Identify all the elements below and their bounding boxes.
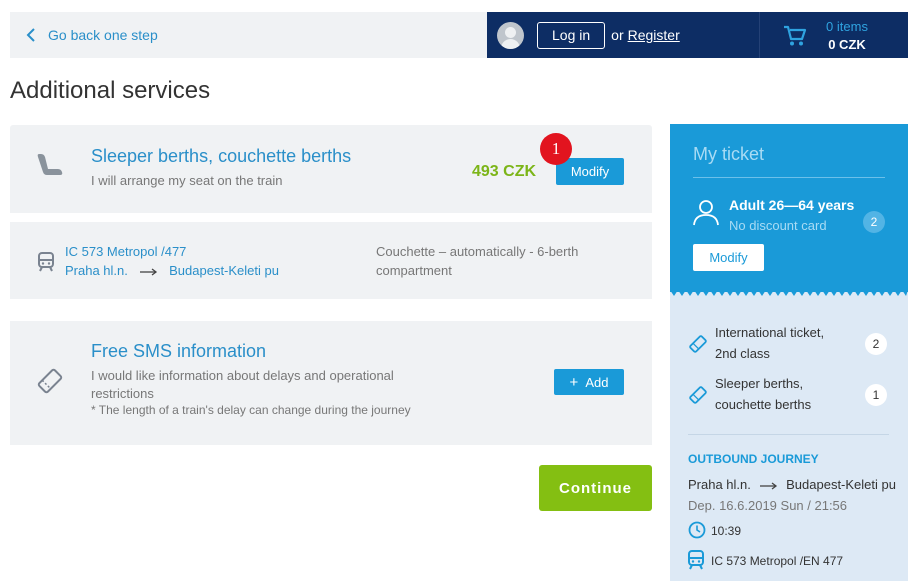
sidebar-divider xyxy=(693,177,885,178)
journey-route: Praha hl.n. Budapest-Keleti pu xyxy=(688,477,896,492)
sidebar-title: My ticket xyxy=(693,144,765,164)
sleeper-modify-button[interactable]: Modify xyxy=(556,158,624,185)
passenger-discount: No discount card xyxy=(729,218,827,233)
ticket-icon xyxy=(37,368,63,394)
sleeper-route: Praha hl.n. Budapest-Keleti pu xyxy=(65,263,279,278)
cart-total[interactable]: 0 CZK xyxy=(817,37,877,52)
sleeper-route-from: Praha hl.n. xyxy=(65,263,128,278)
sleeper-train-detail: IC 573 Metropol /477 Praha hl.n. Budapes… xyxy=(10,222,652,299)
sms-add-button[interactable]: + Add xyxy=(554,369,624,395)
journey-departure: Dep. 16.6.2019 Sun / 21:56 xyxy=(688,498,848,513)
train-icon xyxy=(38,252,54,272)
item-count: 2 xyxy=(865,333,887,355)
train-icon xyxy=(688,550,704,570)
sleeper-route-to: Budapest-Keleti pu xyxy=(169,263,279,278)
user-bar: Log in or Register 0 items 0 CZK xyxy=(487,12,908,58)
zigzag-edge xyxy=(670,290,908,296)
item-line1: International ticket, xyxy=(715,325,825,340)
journey-to: Budapest-Keleti pu xyxy=(786,477,896,492)
or-text: or xyxy=(611,27,624,43)
sidebar-divider xyxy=(688,434,889,435)
compartment-info: Couchette – automatically - 6-berth comp… xyxy=(376,244,579,278)
add-label: Add xyxy=(585,374,609,390)
item-count: 1 xyxy=(865,384,887,406)
sidebar-item-ticket: International ticket, 2nd class xyxy=(715,322,855,364)
register-link[interactable]: Register xyxy=(628,27,680,43)
clock-icon xyxy=(688,521,706,539)
sleeper-price: 493 CZK xyxy=(472,163,537,180)
sms-service-card: Free SMS information I would like inform… xyxy=(10,321,652,445)
passenger-count: 2 xyxy=(863,211,885,233)
cart-count[interactable]: 0 items xyxy=(817,19,877,34)
ticket-icon xyxy=(689,335,707,353)
item-line2: 2nd class xyxy=(715,346,770,361)
item-line1: Sleeper berths, xyxy=(715,376,804,391)
arrow-right-icon xyxy=(759,482,777,490)
sidebar-modify-button[interactable]: Modify xyxy=(693,244,764,271)
arrow-right-icon xyxy=(139,268,157,276)
chevron-left-icon xyxy=(26,28,35,42)
login-button[interactable]: Log in xyxy=(537,21,606,49)
cart-divider xyxy=(759,12,760,58)
item-line2: couchette berths xyxy=(715,397,812,412)
avatar-icon xyxy=(497,21,524,49)
ticket-icon xyxy=(689,386,707,404)
topbar-left: Go back one step xyxy=(10,12,487,58)
plus-icon: + xyxy=(569,373,579,391)
sms-note: * The length of a train's delay can chan… xyxy=(91,403,411,417)
sleeper-subtitle: I will arrange my seat on the train xyxy=(91,173,283,188)
journey-time: 10:39 xyxy=(711,524,742,538)
back-link-label: Go back one step xyxy=(48,27,158,43)
sidebar-item-sleeper: Sleeper berths, couchette berths xyxy=(715,373,855,415)
sleeper-title: Sleeper berths, couchette berths xyxy=(91,146,352,166)
back-link[interactable]: Go back one step xyxy=(26,27,158,43)
journey-train: IC 573 Metropol /EN 477 xyxy=(711,554,844,568)
ticket-sidebar: My ticket Adult 26—64 years No discount … xyxy=(670,124,908,581)
journey-heading: OUTBOUND JOURNEY xyxy=(688,452,819,466)
passenger-type: Adult 26—64 years xyxy=(729,197,855,213)
sms-subtitle: I would like information about delays an… xyxy=(91,368,394,401)
seat-icon xyxy=(37,154,63,175)
page-title: Additional services xyxy=(10,77,211,104)
continue-button[interactable]: Continue xyxy=(539,465,652,511)
sms-title: Free SMS information xyxy=(91,341,267,361)
step-badge: 1 xyxy=(540,133,572,165)
cart-icon[interactable] xyxy=(783,25,807,47)
sleeper-train-name[interactable]: IC 573 Metropol /477 xyxy=(65,244,186,259)
person-icon xyxy=(693,200,719,226)
journey-from: Praha hl.n. xyxy=(688,477,751,492)
